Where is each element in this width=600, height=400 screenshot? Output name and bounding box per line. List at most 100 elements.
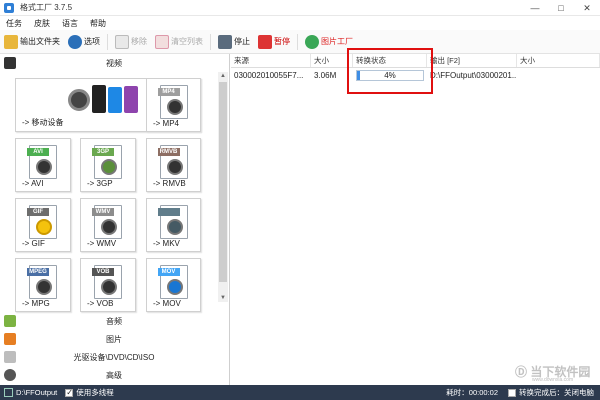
avi-file-icon: AVI (27, 145, 57, 179)
options-button[interactable]: 选项 (64, 32, 104, 52)
window-title: 格式工厂 3.7.5 (20, 3, 73, 12)
after-done-checkbox[interactable] (508, 388, 516, 397)
toolbar-divider (297, 33, 298, 50)
music-icon (4, 315, 16, 327)
mp4-badge: MP4 (157, 88, 180, 96)
task-list: 来源 大小 转换状态 输出 [F2] 大小 030002010055F7... … (231, 54, 600, 385)
tile-avi[interactable]: AVI -> AVI (15, 138, 71, 192)
mpg-badge: MPEG (27, 268, 49, 276)
menu-bar: 任务 皮肤 语言 帮助 (0, 16, 600, 30)
tile-mov[interactable]: MOV -> MOV (146, 258, 201, 312)
output-path: D:\FFOutput (16, 388, 58, 397)
tile-wmv[interactable]: WMV -> WMV (80, 198, 136, 252)
mobile-devices-icon (68, 85, 148, 115)
tile-label: -> GIF (22, 239, 45, 248)
col-output[interactable]: 输出 [F2] (427, 54, 517, 67)
avi-badge: AVI (27, 148, 49, 156)
tile-scrollbar[interactable]: ▲ ▼ (218, 72, 228, 302)
options-label: 选项 (84, 37, 100, 46)
tile-rmvb[interactable]: RMVB -> RMVB (146, 138, 201, 192)
tile-mp4[interactable]: MP4 -> MP4 (146, 78, 201, 132)
tile-label: -> 3GP (87, 179, 113, 188)
highlight-annotation (347, 48, 433, 94)
video-category-header[interactable]: 视频 (0, 55, 228, 71)
tile-label: -> MKV (153, 239, 180, 248)
film-icon (4, 57, 16, 69)
gif-badge: GIF (27, 208, 49, 216)
watermark-sub: www.downxia.com (532, 377, 574, 383)
folder-icon (4, 34, 18, 49)
mpg-file-icon: MPEG (27, 265, 57, 299)
menu-language[interactable]: 语言 (56, 18, 84, 29)
menu-task[interactable]: 任务 (0, 18, 28, 29)
rmvb-badge: RMVB (157, 148, 180, 156)
3gp-badge: 3GP (92, 148, 114, 156)
row-source: 030002010055F7... (234, 70, 304, 80)
vob-file-icon: VOB (92, 265, 122, 299)
tile-mkv[interactable]: -> MKV (146, 198, 201, 252)
audio-category-label: 音频 (106, 316, 122, 326)
toolbar-divider (210, 33, 211, 50)
picture-icon (4, 333, 16, 345)
picture-factory-icon (305, 34, 319, 49)
tile-label: -> MP4 (153, 119, 180, 128)
folder-icon[interactable] (4, 388, 13, 397)
audio-category[interactable]: 音频 (0, 312, 228, 330)
after-done-label: 转换完成后：关闭电脑 (519, 388, 594, 397)
pause-label: 暂停 (274, 37, 290, 46)
rmvb-file-icon: RMVB (157, 145, 188, 179)
multithread-checkbox[interactable] (65, 388, 74, 397)
stop-button[interactable]: 停止 (214, 32, 254, 52)
advanced-category[interactable]: 高级 (0, 366, 228, 384)
scroll-thumb[interactable] (219, 82, 227, 282)
tile-label: -> VOB (87, 299, 114, 308)
tile-gif[interactable]: GIF -> GIF (15, 198, 71, 252)
advanced-category-label: 高级 (106, 370, 122, 380)
toolbar: 输出文件夹 选项 移除 清空列表 停止 暂停 图片工厂 (0, 30, 600, 54)
menu-skin[interactable]: 皮肤 (28, 18, 56, 29)
scroll-up-arrow[interactable]: ▲ (218, 72, 228, 80)
gif-file-icon: GIF (27, 205, 57, 239)
scroll-down-arrow[interactable]: ▼ (218, 294, 228, 302)
mov-badge: MOV (157, 268, 180, 276)
tile-label: -> MPG (22, 299, 50, 308)
disc-category[interactable]: 光驱设备\DVD\CD\ISO (0, 348, 228, 366)
wmv-badge: WMV (92, 208, 114, 216)
clear-list-label: 清空列表 (171, 37, 203, 46)
clear-list-button[interactable]: 清空列表 (151, 32, 207, 52)
maximize-button[interactable]: □ (548, 0, 574, 16)
mov-file-icon: MOV (157, 265, 188, 299)
toolbar-divider (107, 33, 108, 50)
tile-vob[interactable]: VOB -> VOB (80, 258, 136, 312)
stop-icon (218, 34, 232, 49)
remove-button[interactable]: 移除 (111, 32, 151, 52)
row-output: D:\FFOutput\03000201... (430, 70, 517, 80)
close-button[interactable]: ✕ (574, 0, 600, 16)
pause-button[interactable]: 暂停 (254, 32, 294, 52)
pause-icon (258, 34, 272, 49)
col-output-size[interactable]: 大小 (517, 54, 600, 67)
multithread-label: 使用多线程 (76, 388, 114, 397)
category-panel: 视频 ▲ ▼ -> 移动设备 MP4 -> MP4 AVI -> AVI 3GP (0, 54, 230, 385)
minimize-button[interactable]: — (522, 0, 548, 16)
tile-mpg[interactable]: MPEG -> MPG (15, 258, 71, 312)
output-folder-label: 输出文件夹 (20, 37, 60, 46)
tile-label: -> MOV (153, 299, 181, 308)
tile-label: -> WMV (87, 239, 117, 248)
optical-drive-icon (4, 351, 16, 363)
picture-category[interactable]: 图片 (0, 330, 228, 348)
mkv-file-icon (157, 205, 188, 239)
mp4-file-icon: MP4 (157, 85, 188, 119)
elapsed-time: 耗时：00:00:02 (446, 388, 498, 397)
picture-factory-label: 图片工厂 (321, 37, 353, 46)
gear-icon (4, 369, 16, 381)
vob-badge: VOB (92, 268, 114, 276)
remove-label: 移除 (131, 37, 147, 46)
mkv-badge (157, 208, 180, 216)
video-category-label: 视频 (106, 58, 122, 68)
menu-help[interactable]: 帮助 (84, 18, 112, 29)
tile-3gp[interactable]: 3GP -> 3GP (80, 138, 136, 192)
output-folder-button[interactable]: 输出文件夹 (0, 32, 64, 52)
col-source[interactable]: 来源 (231, 54, 311, 67)
title-bar: 格式工厂 3.7.5 — □ ✕ (0, 0, 600, 16)
